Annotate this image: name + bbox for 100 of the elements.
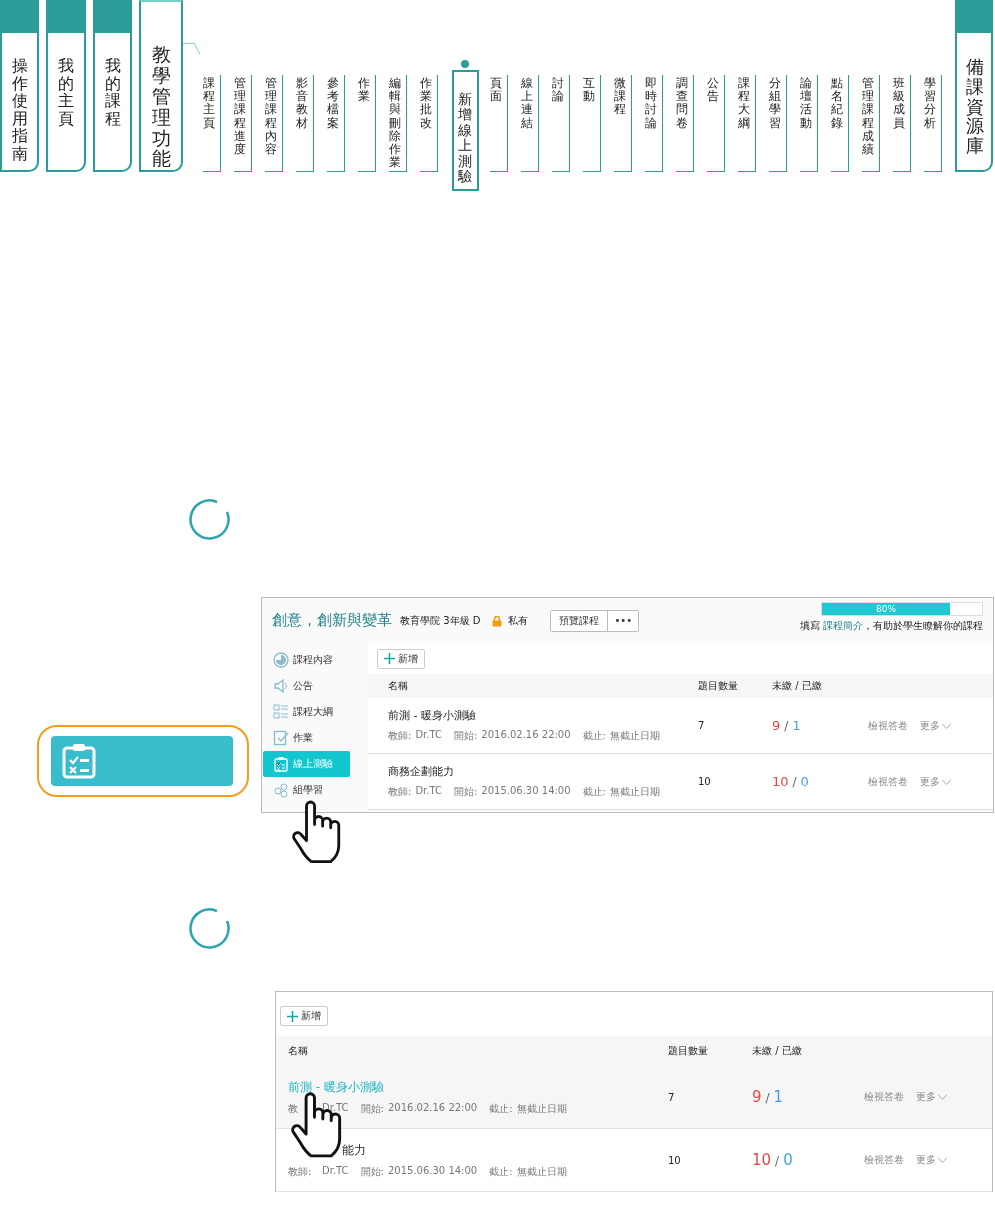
connector-line <box>182 42 200 56</box>
hint-text: 填寫 課程簡介，有助於學生瞭解你的課程 <box>799 619 983 633</box>
meta-value: 2015.06.30 14:00 <box>481 785 571 798</box>
sub-tab[interactable]: 學習分析 <box>923 75 942 172</box>
meta-label: 開始: <box>360 1164 384 1179</box>
meta-label: 截止: <box>489 1164 513 1179</box>
main-tab[interactable]: 我的課程 <box>92 0 133 172</box>
sub-tab[interactable]: 討論 <box>551 75 570 172</box>
question-count: 10 <box>668 1154 681 1166</box>
question-count: 10 <box>698 776 711 787</box>
meta-value: 無截止日期 <box>609 785 660 799</box>
add-button[interactable]: 新增 <box>377 648 425 669</box>
main-tab[interactable]: 我的主頁 <box>46 0 86 172</box>
sub-tab[interactable]: 即時討論 <box>644 75 663 172</box>
indicator-dot <box>460 60 469 68</box>
privacy-label: 私有 <box>508 613 529 628</box>
meta-label: 截止: <box>489 1101 513 1116</box>
plus-icon <box>384 653 395 664</box>
progress-fill: 80% <box>822 603 950 615</box>
sub-tab[interactable]: 課程主頁 <box>202 75 221 172</box>
submitted-count: 1 <box>792 718 801 733</box>
sub-tab[interactable]: 線上連結 <box>520 75 539 172</box>
column-header: 題目數量 <box>698 679 739 693</box>
lock-icon <box>492 614 503 627</box>
course-meta: 教育學院 3年級 D <box>400 613 481 628</box>
sub-tab[interactable]: 調查問卷 <box>675 75 694 172</box>
view-answers-link[interactable]: 檢視答卷 <box>864 1090 904 1104</box>
meta-value: Dr.TC <box>415 785 442 798</box>
sub-tab[interactable]: 頁面 <box>489 75 508 172</box>
add-button[interactable]: 新增 <box>280 1006 328 1026</box>
sub-tab[interactable]: 分組學習 <box>768 75 787 172</box>
more-dropdown[interactable]: 更多 <box>916 1153 947 1167</box>
meta-label: 截止: <box>582 729 606 743</box>
meta-value: 無截止日期 <box>609 729 660 743</box>
sub-tab[interactable]: 影音教材 <box>295 75 314 172</box>
sub-tab[interactable]: 公告 <box>706 75 725 172</box>
separator: / <box>784 719 789 733</box>
submitted-count: 0 <box>783 1151 793 1169</box>
column-header: 未繳 / 已繳 <box>752 1044 803 1058</box>
circles-icon <box>273 782 289 798</box>
meta-label: 截止: <box>582 785 606 799</box>
sub-tab[interactable]: 點名紀錄 <box>830 75 849 172</box>
list-icon <box>273 704 289 720</box>
quiz-name-link[interactable]: 前測 - 暖身小測驗 <box>388 708 698 723</box>
meta-value: 2015.06.30 14:00 <box>387 1164 478 1178</box>
separator: / <box>775 1154 780 1168</box>
submitted-count: 1 <box>773 1088 784 1106</box>
view-answers-link[interactable]: 檢視答卷 <box>868 774 908 789</box>
unsubmitted-count: 10 <box>772 774 789 789</box>
quiz-name-link[interactable]: 商務企劃能力 <box>388 764 698 779</box>
meta-value: Dr.TC <box>322 1164 349 1178</box>
more-dropdown[interactable]: 更多 <box>920 774 951 789</box>
sub-tab[interactable]: 管理課程進度 <box>233 75 252 172</box>
main-tab[interactable]: 備課資源庫 <box>954 0 993 172</box>
meta-value: 無截止日期 <box>516 1164 567 1179</box>
meta-label: 教師: <box>288 1164 313 1179</box>
meta-label: 教 <box>288 1101 299 1116</box>
sub-tab[interactable]: 參考檔案 <box>326 75 345 172</box>
column-header: 名稱 <box>288 1044 309 1058</box>
meta-value: 無截止日期 <box>516 1101 567 1116</box>
sub-tab[interactable]: 作業批改 <box>419 75 438 172</box>
course-title: 創意，創新與變革 <box>272 611 392 630</box>
sidebar-item[interactable]: 作業 <box>263 725 350 751</box>
unsubmitted-count: 10 <box>752 1151 772 1169</box>
clipboard-checklist-icon <box>62 743 96 779</box>
question-count: 7 <box>668 1091 675 1103</box>
separator: / <box>765 1091 770 1105</box>
main-tab[interactable]: 教學管理功能 <box>139 0 183 172</box>
meta-label: 開始: <box>453 785 478 799</box>
unsubmitted-count: 9 <box>752 1088 762 1106</box>
sub-tab[interactable]: 論壇活動 <box>799 75 818 172</box>
sub-tab[interactable]: 互動 <box>582 75 601 172</box>
sidebar-item[interactable]: 課程內容 <box>263 647 350 673</box>
meta-label: 教師: <box>388 785 412 799</box>
clipboard-checklist-icon <box>273 756 289 772</box>
view-answers-link[interactable]: 檢視答卷 <box>868 718 908 733</box>
sidebar-item[interactable]: 公告 <box>263 673 350 699</box>
sub-tab[interactable]: 班級成員 <box>892 75 911 172</box>
sub-tab[interactable]: 管理課程內容 <box>264 75 283 172</box>
sub-tab[interactable]: 作業 <box>357 75 376 172</box>
sub-tab[interactable]: 管理課程成績 <box>861 75 880 172</box>
separator: / <box>792 775 797 789</box>
pie-chart-icon <box>273 652 289 668</box>
sub-tab[interactable]: 課程大綱 <box>737 75 756 172</box>
unsubmitted-count: 9 <box>772 718 781 733</box>
meta-label: 開始: <box>453 729 478 743</box>
more-dropdown[interactable]: 更多 <box>916 1090 947 1104</box>
chevron-down-icon <box>942 778 951 785</box>
sidebar-item[interactable]: 課程大綱 <box>263 699 350 725</box>
plus-icon <box>287 1010 298 1022</box>
sub-tab[interactable]: 編輯與刪除作業 <box>388 75 407 172</box>
column-header: 名稱 <box>388 679 409 693</box>
more-dropdown[interactable]: 更多 <box>920 718 951 733</box>
sub-tab[interactable]: 微課程 <box>613 75 632 172</box>
more-options-button[interactable]: ••• <box>607 610 639 631</box>
main-tab[interactable]: 操作使用指南 <box>0 0 40 172</box>
quiz-name-link[interactable]: 能力 <box>288 1141 668 1159</box>
view-answers-link[interactable]: 檢視答卷 <box>864 1153 904 1167</box>
meta-value: Dr.TC <box>415 729 442 742</box>
course-intro-link[interactable]: 課程簡介 <box>823 620 863 631</box>
